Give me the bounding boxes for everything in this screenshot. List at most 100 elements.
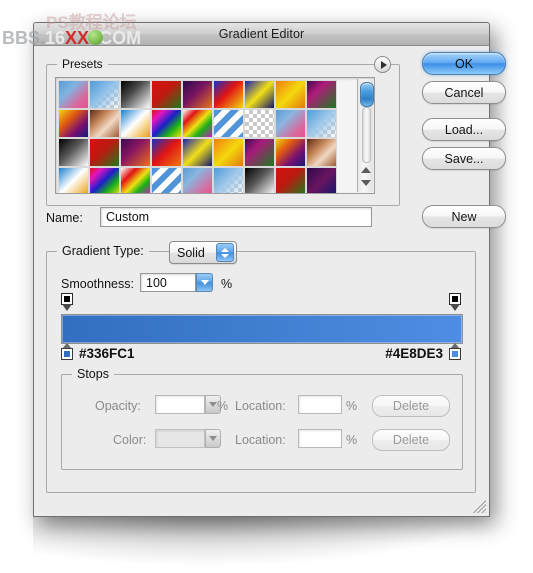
- smoothness-label: Smoothness:: [61, 277, 134, 291]
- presets-scrollbar-track[interactable]: [362, 107, 371, 163]
- preset-swatch-fill: [90, 81, 119, 108]
- preset-swatch[interactable]: [244, 167, 275, 193]
- preset-swatch[interactable]: [213, 138, 244, 167]
- preset-swatch[interactable]: [89, 80, 120, 109]
- preset-swatch[interactable]: [182, 138, 213, 167]
- preset-swatch[interactable]: [58, 109, 89, 138]
- load-button[interactable]: Load...: [422, 118, 506, 141]
- color-swatch-field[interactable]: [155, 429, 205, 448]
- location-input-2[interactable]: [298, 429, 342, 448]
- color-chevron-down-icon[interactable]: [205, 429, 221, 448]
- color-stop-square: [449, 348, 461, 360]
- preset-swatch[interactable]: [58, 80, 89, 109]
- location-input-1[interactable]: [298, 395, 342, 414]
- preset-swatch[interactable]: [244, 109, 275, 138]
- preset-swatch[interactable]: [182, 167, 213, 193]
- preset-swatch[interactable]: [182, 80, 213, 109]
- preset-swatch[interactable]: [275, 138, 306, 167]
- delete-opacity-stop-button[interactable]: Delete: [372, 395, 450, 417]
- preset-swatch[interactable]: [182, 109, 213, 138]
- preset-swatch[interactable]: [244, 138, 275, 167]
- location-unit-1: %: [346, 399, 358, 413]
- preset-swatch[interactable]: [151, 109, 182, 138]
- preset-swatch[interactable]: [306, 167, 337, 193]
- preset-swatch-fill: [214, 168, 243, 193]
- preset-swatch[interactable]: [213, 80, 244, 109]
- gradient-type-select[interactable]: Solid: [169, 241, 237, 264]
- location-label-2: Location:: [235, 433, 286, 447]
- opacity-label: Opacity:: [95, 399, 141, 413]
- stops-label: Stops: [72, 367, 114, 381]
- preset-swatch[interactable]: [89, 109, 120, 138]
- smoothness-unit: %: [221, 277, 233, 291]
- preset-swatch[interactable]: [120, 109, 151, 138]
- dialog-body: Presets OK Cancel Load... Save... New Na…: [34, 46, 506, 516]
- stepper-updown-icon[interactable]: [216, 243, 234, 262]
- color-stop-square: [61, 348, 73, 360]
- color-stop-icon-right[interactable]: [449, 343, 462, 361]
- title-bar[interactable]: Gradient Editor: [34, 23, 489, 46]
- preset-swatch[interactable]: [58, 167, 89, 193]
- preset-swatch-fill: [307, 110, 336, 137]
- window-drop-shadow: [33, 510, 490, 565]
- ok-button[interactable]: OK: [422, 52, 506, 75]
- new-button[interactable]: New: [422, 205, 506, 228]
- preset-swatch-fill: [214, 110, 243, 137]
- arrow-up-icon[interactable]: [361, 167, 371, 173]
- preset-swatch[interactable]: [213, 109, 244, 138]
- location-unit-2: %: [346, 433, 358, 447]
- preset-swatch[interactable]: [244, 80, 275, 109]
- preset-swatch[interactable]: [306, 109, 337, 138]
- preset-swatch[interactable]: [151, 80, 182, 109]
- presets-scrollbar-thumb[interactable]: [360, 82, 374, 107]
- preset-swatch[interactable]: [89, 167, 120, 193]
- opacity-stop-icon-left[interactable]: [61, 293, 74, 311]
- presets-group: Presets: [46, 56, 400, 206]
- arrow-down-icon[interactable]: [361, 180, 371, 186]
- preset-swatch[interactable]: [306, 80, 337, 109]
- name-label: Name:: [46, 211, 83, 225]
- preset-swatch[interactable]: [151, 138, 182, 167]
- opacity-unit: %: [217, 399, 229, 413]
- presets-scrollbar[interactable]: [357, 79, 374, 192]
- gradient-type-group: Gradient Type: Solid Smoothness: 100 % #…: [46, 241, 476, 493]
- stops-group: Stops Opacity: % Color: Location: % Loca…: [61, 367, 463, 470]
- preset-swatch[interactable]: [275, 80, 306, 109]
- resize-grip-icon[interactable]: [473, 500, 486, 513]
- chevron-down-icon[interactable]: [196, 273, 213, 292]
- presets-menu-icon[interactable]: [374, 56, 391, 73]
- preset-swatch[interactable]: [275, 109, 306, 138]
- preset-swatch[interactable]: [120, 80, 151, 109]
- presets-well[interactable]: [55, 77, 375, 194]
- preset-swatch-fill: [245, 110, 274, 137]
- preset-swatch[interactable]: [213, 167, 244, 193]
- name-input[interactable]: Custom: [100, 207, 372, 227]
- opacity-stop-icon-right[interactable]: [449, 293, 462, 311]
- stepper-down-arrow: [221, 253, 229, 258]
- gradient-editor-window: Gradient Editor Presets OK Cancel Load..…: [33, 22, 506, 517]
- color-label: Color:: [113, 433, 147, 447]
- smoothness-input[interactable]: 100: [140, 273, 196, 292]
- preset-swatch-fill: [121, 168, 150, 193]
- preset-swatch[interactable]: [89, 138, 120, 167]
- save-button[interactable]: Save...: [422, 147, 506, 170]
- preset-swatch[interactable]: [275, 167, 306, 193]
- preset-swatch[interactable]: [120, 167, 151, 193]
- gradient-preview-bar[interactable]: [61, 314, 463, 344]
- opacity-input[interactable]: [155, 395, 205, 414]
- delete-color-stop-button[interactable]: Delete: [372, 429, 450, 451]
- opacity-stop-pointer: [62, 304, 72, 311]
- preset-swatch[interactable]: [58, 138, 89, 167]
- right-stop-hex-value: #4E8DE3: [385, 346, 443, 361]
- preset-swatch-grid[interactable]: [58, 80, 348, 193]
- gradient-type-label: Gradient Type:: [57, 244, 149, 258]
- left-stop-hex-value: #336FC1: [79, 346, 135, 361]
- preset-swatch[interactable]: [151, 167, 182, 193]
- gradient-type-value: Solid: [177, 245, 205, 260]
- color-stop-icon-left[interactable]: [61, 343, 74, 361]
- screenshot-root: PS教程论坛 BBS.16XX8COM Gradient Editor Pres…: [0, 0, 533, 573]
- preset-swatch[interactable]: [306, 138, 337, 167]
- preset-swatch[interactable]: [120, 138, 151, 167]
- presets-label: Presets: [57, 57, 108, 71]
- cancel-button[interactable]: Cancel: [422, 81, 506, 104]
